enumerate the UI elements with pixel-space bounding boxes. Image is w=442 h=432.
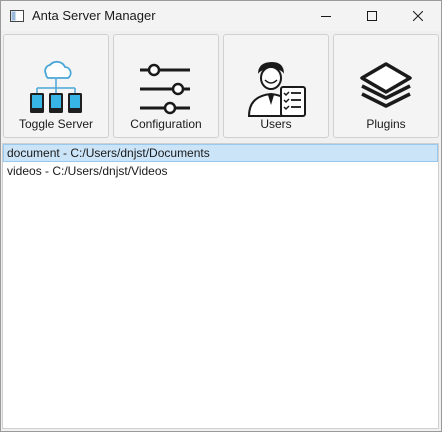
plugins-label: Plugins: [366, 117, 406, 131]
maximize-button[interactable]: [349, 1, 395, 31]
close-button[interactable]: [395, 1, 441, 31]
configuration-button[interactable]: Configuration: [113, 34, 219, 138]
shares-list[interactable]: document - C:/Users/dnjst/Documents vide…: [2, 143, 439, 429]
list-item[interactable]: document - C:/Users/dnjst/Documents: [3, 144, 438, 162]
toggle-server-button[interactable]: Toggle Server: [3, 34, 109, 138]
maximize-icon: [367, 11, 377, 21]
sliders-icon: [140, 63, 190, 115]
list-item[interactable]: videos - C:/Users/dnjst/Videos: [3, 162, 438, 180]
close-icon: [413, 11, 423, 21]
minimize-icon: [321, 16, 331, 17]
layers-icon: [360, 62, 412, 108]
users-label: Users: [260, 117, 292, 131]
user-checklist-icon: [247, 62, 306, 117]
app-icon: [10, 10, 24, 22]
minimize-button[interactable]: [303, 1, 349, 31]
window-title: Anta Server Manager: [32, 8, 156, 23]
cloud-network-icon: [30, 60, 82, 113]
users-button[interactable]: Users: [223, 34, 329, 138]
plugins-button[interactable]: Plugins: [333, 34, 439, 138]
toolbar: Toggle Server Configuration Users Plugin…: [1, 31, 441, 141]
app-window: Anta Server Manager Toggle Server Config…: [0, 0, 442, 432]
title-bar[interactable]: Anta Server Manager: [1, 1, 441, 31]
toggle-server-label: Toggle Server: [18, 117, 94, 131]
configuration-label: Configuration: [130, 117, 202, 131]
